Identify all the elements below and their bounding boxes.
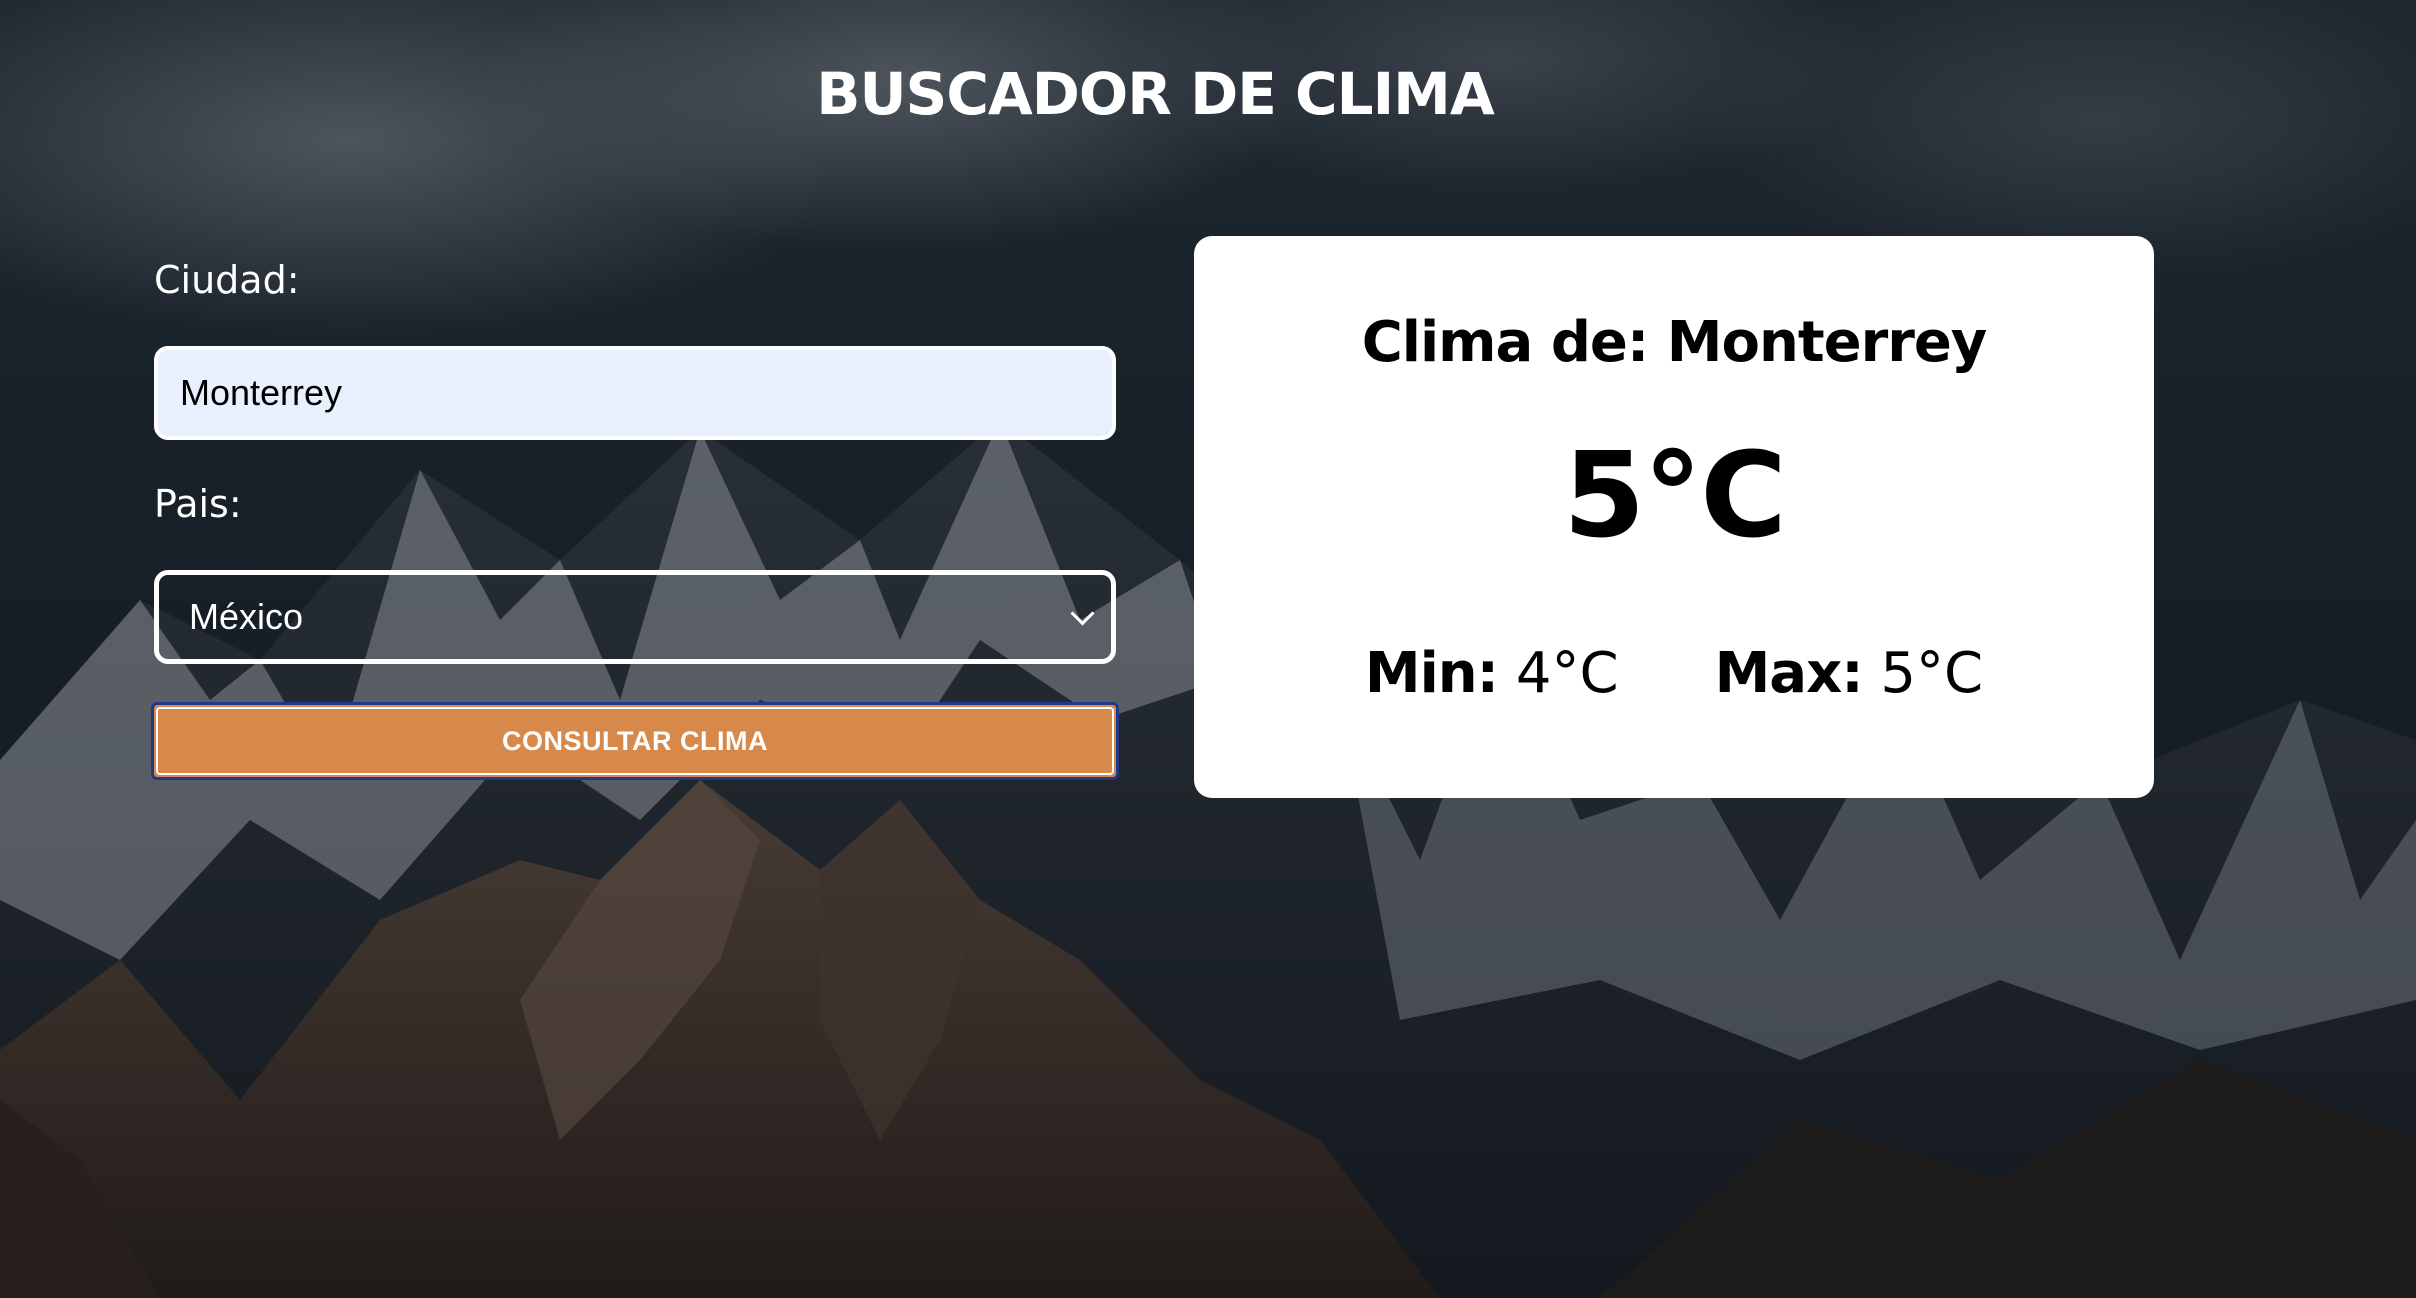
consult-weather-button[interactable]: CONSULTAR CLIMA bbox=[151, 702, 1119, 780]
weather-result-card: Clima de: Monterrey 5°C Min: 4°C Max: 5°… bbox=[1194, 236, 2154, 798]
max-temperature: Max: 5°C bbox=[1715, 646, 1984, 702]
chevron-down-icon bbox=[1070, 600, 1095, 626]
max-value: 5°C bbox=[1880, 641, 1984, 706]
country-label: Pais: bbox=[154, 482, 242, 526]
country-select[interactable]: México bbox=[154, 570, 1116, 664]
result-title: Clima de: Monterrey bbox=[1361, 310, 1988, 375]
city-label: Ciudad: bbox=[154, 258, 300, 302]
page-title: BUSCADOR DE CLIMA bbox=[816, 60, 1495, 128]
temperature-range: Min: 4°C Max: 5°C bbox=[1194, 646, 2154, 702]
country-select-value: México bbox=[189, 596, 304, 637]
min-label: Min: bbox=[1364, 641, 1499, 706]
city-input[interactable] bbox=[154, 346, 1116, 440]
current-temperature: 5°C bbox=[1563, 426, 1787, 564]
consult-weather-button-label: CONSULTAR CLIMA bbox=[502, 726, 768, 756]
max-label: Max: bbox=[1714, 641, 1864, 706]
min-value: 4°C bbox=[1515, 641, 1619, 706]
min-temperature: Min: 4°C bbox=[1365, 646, 1619, 702]
